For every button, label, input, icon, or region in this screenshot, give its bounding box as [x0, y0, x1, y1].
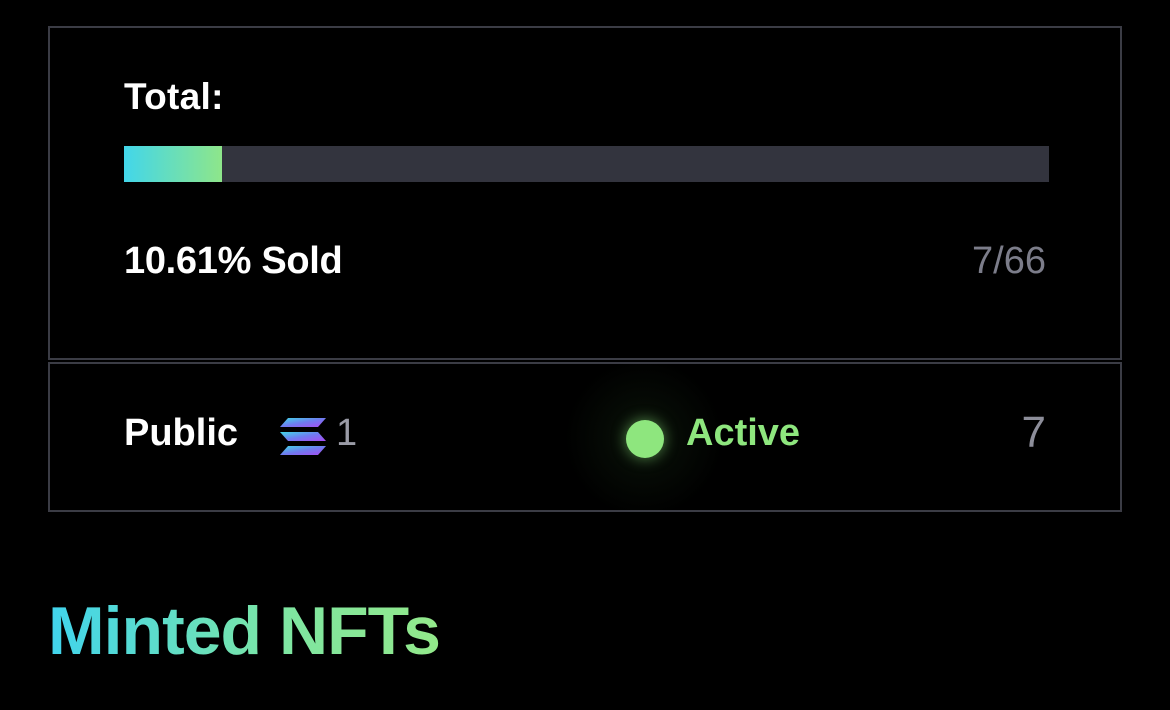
status-dot-icon	[626, 420, 664, 458]
phase-price: 1	[336, 412, 358, 454]
solana-icon	[280, 418, 326, 455]
phase-name: Public	[124, 412, 239, 454]
minted-nfts-heading: Minted NFTs	[48, 593, 441, 669]
sold-percentage: 10.61% Sold	[124, 240, 343, 282]
phase-status: Active	[686, 412, 801, 454]
mint-progress-fill	[124, 146, 223, 182]
phase-minted-count: 7	[1021, 408, 1046, 457]
mint-progress-bar	[124, 146, 1049, 182]
mint-progress-card: Total: 10.61% Sold 7/66	[48, 26, 1122, 362]
mint-phase-row: Public 1 Active 7	[48, 358, 1122, 518]
total-label: Total:	[124, 76, 224, 117]
mint-page: Total: 10.61% Sold 7/66 Public 1 Active …	[0, 0, 1170, 710]
card-divider	[48, 358, 1122, 364]
sold-count: 7/66	[972, 240, 1046, 282]
